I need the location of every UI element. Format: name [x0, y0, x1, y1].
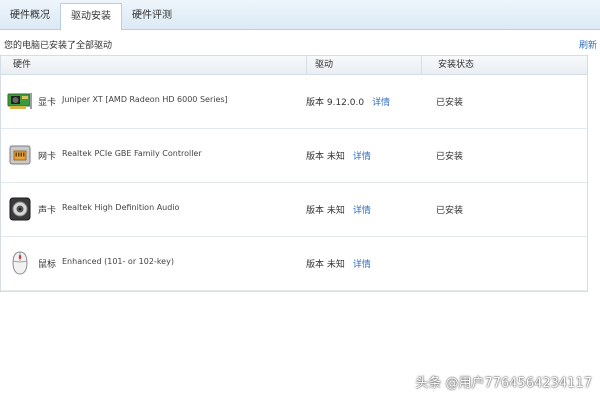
table-header: 硬件 驱动 安装状态	[1, 56, 587, 75]
network-card-icon	[7, 142, 33, 168]
driver-version-text: 版本 未知	[306, 206, 345, 216]
driver-table: 硬件 驱动 安装状态 显卡 Juniper XT [AMD Radeon HD …	[0, 55, 588, 292]
driver-version: 版本 未知 详情	[306, 203, 371, 216]
column-header-status: 安装状态	[421, 56, 587, 74]
install-status: 已安装	[436, 98, 464, 108]
tab-hardware-overview[interactable]: 硬件概况	[0, 3, 60, 30]
tab-bar: 硬件概况 驱动安装 硬件评测	[0, 0, 600, 31]
mouse-icon	[7, 250, 33, 276]
driver-version-text: 版本 未知	[306, 260, 345, 270]
details-link[interactable]: 详情	[353, 260, 371, 270]
column-header-hardware: 硬件	[13, 60, 32, 70]
hardware-type: 显卡	[38, 98, 57, 108]
hardware-type: 网卡	[38, 152, 57, 162]
status-notice: 您的电脑已安装了全部驱动	[4, 41, 113, 51]
table-row: 显卡 Juniper XT [AMD Radeon HD 6000 Series…	[1, 75, 587, 129]
driver-version: 版本 9.12.0.0 详情	[306, 95, 390, 108]
tab-driver-install[interactable]: 驱动安装	[60, 3, 122, 31]
tab-hardware-benchmark[interactable]: 硬件评测	[122, 3, 182, 30]
install-status: 已安装	[436, 206, 464, 216]
hardware-type: 声卡	[38, 206, 57, 216]
details-link[interactable]: 详情	[372, 98, 390, 108]
details-link[interactable]: 详情	[353, 206, 371, 216]
hardware-name: Realtek PCIe GBE Family Controller	[62, 149, 202, 158]
column-header-driver: 驱动	[306, 56, 421, 74]
hardware-type: 鼠标	[38, 260, 57, 270]
install-status: 已安装	[436, 152, 464, 162]
driver-version-text: 版本 9.12.0.0	[306, 98, 365, 108]
table-row: 网卡 Realtek PCIe GBE Family Controller 版本…	[1, 129, 587, 183]
driver-version: 版本 未知 详情	[306, 149, 371, 162]
driver-version-text: 版本 未知	[306, 152, 345, 162]
hardware-name: Juniper XT [AMD Radeon HD 6000 Series]	[62, 95, 228, 104]
watermark-text: 头条 @用户7764564234117	[415, 376, 592, 391]
table-row: 鼠标 Enhanced (101- or 102-key) 版本 未知 详情	[1, 237, 587, 291]
speaker-icon	[7, 196, 33, 222]
table-row: 声卡 Realtek High Definition Audio 版本 未知 详情…	[1, 183, 587, 237]
hardware-name: Enhanced (101- or 102-key)	[62, 257, 174, 266]
driver-version: 版本 未知 详情	[306, 257, 371, 270]
graphics-card-icon	[7, 88, 33, 114]
details-link[interactable]: 详情	[353, 152, 371, 162]
refresh-link[interactable]: 刷新	[579, 38, 597, 51]
hardware-name: Realtek High Definition Audio	[62, 203, 180, 212]
